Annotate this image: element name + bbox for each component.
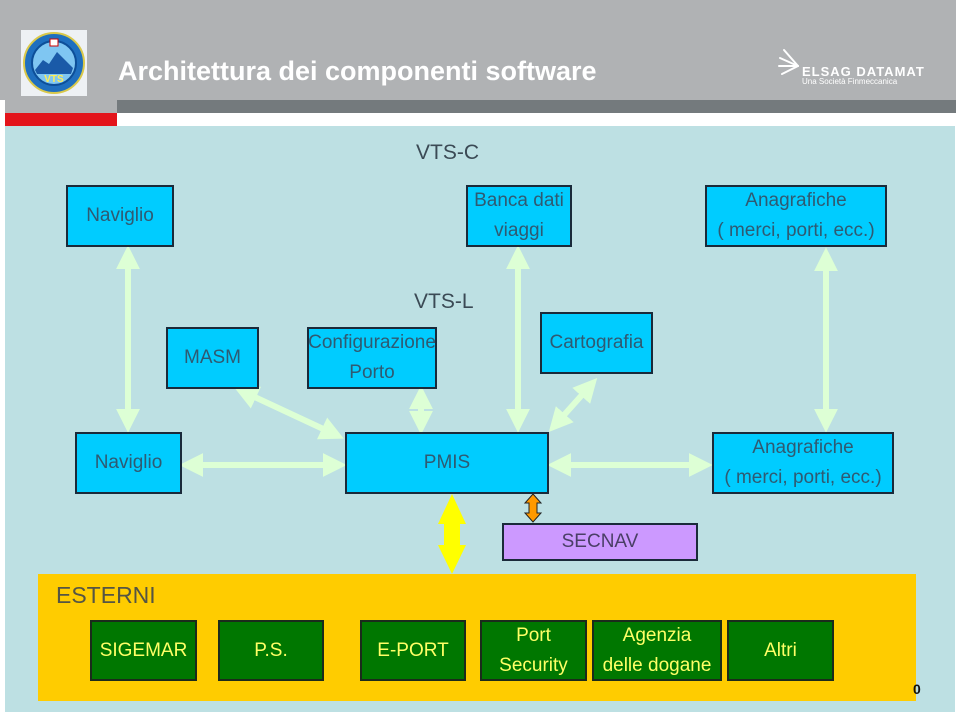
box-text: Altri (764, 639, 797, 661)
box-text: MASM (184, 347, 241, 368)
box-anagrafiche-vts-c[interactable]: Anagrafiche ( merci, porti, ecc.) (705, 185, 887, 247)
box-pmis[interactable]: PMIS (345, 432, 549, 494)
box-secnav[interactable]: SECNAV (502, 523, 698, 561)
box-text: Port (516, 624, 551, 646)
box-text: Agenzia (622, 624, 692, 646)
external-e-port[interactable]: E-PORT (360, 620, 466, 681)
box-text: Configurazione (308, 332, 436, 353)
box-configurazione-porto[interactable]: Configurazione Porto (307, 327, 437, 389)
external-port-security[interactable]: Port Security (480, 620, 587, 681)
box-banca-dati-viaggi[interactable]: Banca dati viaggi (466, 185, 572, 247)
box-anagrafiche-vts-l[interactable]: Anagrafiche ( merci, porti, ecc.) (712, 432, 894, 494)
box-text: Security (499, 654, 568, 676)
box-naviglio-vts-l[interactable]: Naviglio (75, 432, 182, 494)
vts-logo: VTS (21, 30, 87, 96)
box-text: Cartografia (549, 332, 644, 353)
external-ps[interactable]: P.S. (218, 620, 324, 681)
brand-rays-icon (778, 49, 799, 75)
box-masm[interactable]: MASM (166, 327, 259, 389)
page-title: Architettura dei componenti software (118, 56, 597, 86)
brand-subtitle: Una Società Finmeccanica (802, 77, 898, 86)
vts-emblem-icon: VTS (23, 32, 85, 94)
box-text: SIGEMAR (99, 639, 188, 661)
box-text: ( merci, porti, ecc.) (717, 220, 875, 241)
external-altri[interactable]: Altri (727, 620, 834, 681)
box-text: ( merci, porti, ecc.) (724, 467, 882, 488)
box-text: Naviglio (94, 452, 163, 473)
box-text: PMIS (423, 452, 471, 473)
box-text: Porto (349, 362, 395, 383)
box-text: delle dogane (602, 654, 712, 676)
box-text: Naviglio (86, 205, 154, 226)
esterni-label: ESTERNI (56, 582, 156, 608)
box-text: Anagrafiche (752, 437, 854, 458)
brand-logo: ELSAG DATAMAT Una Società Finmeccanica (778, 46, 924, 86)
box-cartografia[interactable]: Cartografia (540, 312, 653, 374)
box-text: E-PORT (377, 639, 449, 661)
box-text: Banca dati (474, 190, 564, 211)
box-text: viaggi (494, 220, 544, 241)
group-label-vts-c: VTS-C (416, 141, 479, 164)
header-bar-left (5, 100, 117, 113)
box-naviglio-vts-c[interactable]: Naviglio (66, 185, 174, 247)
page-number: 0 (913, 681, 921, 697)
box-text: SECNAV (561, 531, 639, 552)
external-sigemar[interactable]: SIGEMAR (90, 620, 197, 681)
box-text: P.S. (254, 639, 288, 661)
accent-red-bar (5, 113, 117, 126)
svg-text:VTS: VTS (44, 74, 64, 85)
external-agenzia-dogane[interactable]: Agenzia delle dogane (592, 620, 722, 681)
group-label-vts-l: VTS-L (414, 290, 474, 313)
box-text: Anagrafiche (745, 190, 847, 211)
header-bar (117, 100, 956, 113)
